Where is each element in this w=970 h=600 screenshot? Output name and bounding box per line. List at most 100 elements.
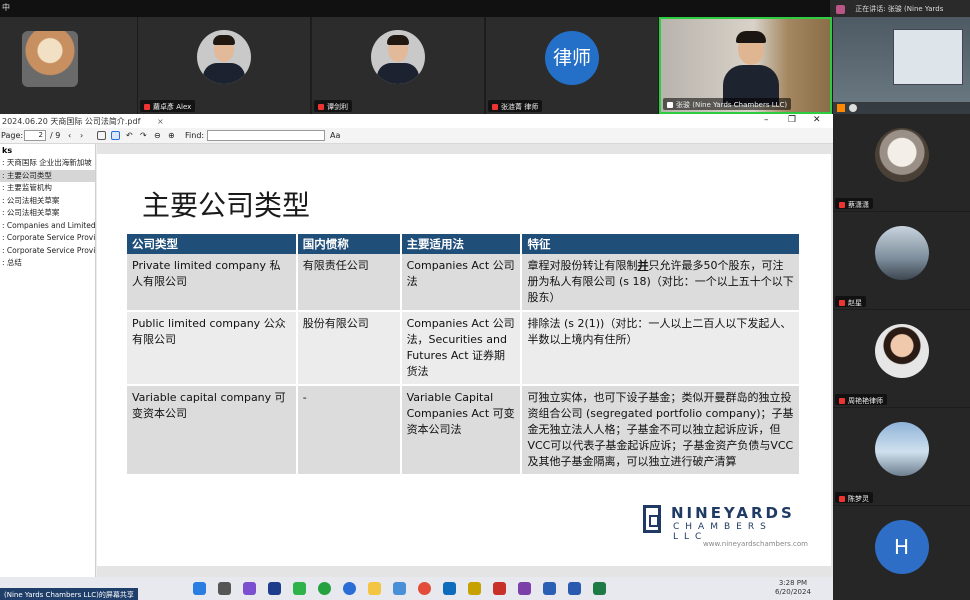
logo-mark-icon [643, 505, 661, 533]
rotate-left-icon[interactable]: ↶ [126, 131, 133, 140]
participant-tile-1[interactable]: 蔡潇潇 [833, 114, 970, 211]
participant-tile-4[interactable]: 陈梦灵 [833, 408, 970, 505]
video-tile-active-speaker[interactable]: 张骏 (Nine Yards Chambers LLC) [659, 17, 832, 114]
video-tile-2[interactable]: 蘿卓彥 Alex [138, 17, 310, 114]
common-name-cell: - [296, 385, 402, 476]
pdf-viewer-window: 2024.06.20 天商国际 公司法简介.pdf × – ❐ ✕ Page: … [0, 114, 833, 577]
zoom-out-icon[interactable]: ⊖ [154, 131, 161, 140]
find-input[interactable] [207, 130, 325, 141]
bookmark-item[interactable]: : 公司法相关草案 [0, 207, 95, 220]
bookmark-item[interactable]: : Corporate Service Provide [0, 245, 95, 258]
mic-muted-icon [492, 104, 498, 110]
participant-avatar [371, 30, 425, 84]
type-cell: Variable capital company 可变资本公司 [127, 385, 298, 476]
bookmark-item[interactable]: : 公司法相关草案 [0, 195, 95, 208]
company-types-table: 公司类型 国内惯称 主要适用法 特征 Private limited compa… [127, 234, 801, 476]
common-name-cell: 有限责任公司 [296, 254, 402, 312]
bookmark-item-selected[interactable]: : 主要公司类型 [0, 169, 95, 182]
participant-name-label: 陈梦灵 [835, 492, 873, 503]
zoom-in-icon[interactable]: ⊕ [168, 131, 175, 140]
start-icon[interactable] [193, 582, 206, 595]
prev-page-icon[interactable]: ‹ [68, 131, 71, 140]
participant-tile-2[interactable]: 赵星 [833, 212, 970, 309]
pdf-toolbar: Page: 2 / 9 ‹ › ↶ ↷ ⊖ ⊕ Find: Aa [0, 128, 833, 144]
page-number-input[interactable]: 2 [24, 130, 46, 141]
system-clock[interactable]: 3:28 PM 6/20/2024 [775, 579, 811, 597]
minimize-icon[interactable]: – [764, 115, 769, 125]
mic-muted-icon [839, 398, 845, 404]
app-icon[interactable] [468, 582, 481, 595]
preview-screen [893, 29, 963, 85]
mic-muted-icon [839, 496, 845, 502]
shared-screen-preview[interactable] [833, 17, 970, 114]
bookmarks-title: ks [2, 146, 13, 155]
continuous-page-icon[interactable] [111, 131, 120, 140]
widgets-icon[interactable] [243, 582, 256, 595]
file-explorer-icon[interactable] [368, 582, 381, 595]
header-cell: 国内惯称 [296, 234, 402, 254]
type-cell: Public limited company 公众有限公司 [127, 311, 298, 386]
photo-avatar [874, 324, 929, 378]
bookmark-item[interactable]: : Companies and Limited L [0, 220, 95, 233]
pdf-page-area[interactable]: 主要公司类型 公司类型 国内惯称 主要适用法 特征 Private limite… [97, 144, 833, 577]
feature-cell: 排除法 (s 2(1))（对比：一人以上二百人以下发起人、半数以上境内有住所） [521, 311, 801, 386]
share-icon[interactable] [837, 104, 845, 112]
whatsapp-icon[interactable] [318, 582, 331, 595]
slide-title: 主要公司类型 [142, 189, 311, 222]
app-icon[interactable] [568, 582, 581, 595]
onenote-icon[interactable] [518, 582, 531, 595]
find-label: Find: [185, 131, 205, 140]
document-tab[interactable]: 2024.06.20 天商国际 公司法简介.pdf [2, 117, 140, 126]
app-icon[interactable] [268, 582, 281, 595]
preview-controls [833, 102, 970, 114]
participant-avatar [197, 30, 251, 84]
participant-name-label: 赵星 [835, 296, 866, 307]
wechat-icon[interactable] [293, 582, 306, 595]
video-tile-1[interactable] [0, 17, 137, 114]
maximize-icon[interactable]: ❐ [788, 115, 796, 125]
text-avatar: H [874, 520, 929, 574]
emphasis-text: 并 [637, 259, 649, 272]
match-case-icon[interactable]: Aa [330, 131, 340, 140]
pdf-reader-icon[interactable] [493, 582, 506, 595]
bookmarks-panel: ks : 天商国际 企业出海新加坡 : 主要公司类型 : 主要监管机构 : 公司… [0, 144, 96, 577]
pdf-title-bar: 2024.06.20 天商国际 公司法简介.pdf × – ❐ ✕ [0, 114, 833, 128]
participant-name-label: 周艳艳律师 [835, 394, 887, 405]
chrome-icon[interactable] [418, 582, 431, 595]
law-cell: Companies Act 公司法 [400, 254, 523, 312]
table-row: Variable capital company 可变资本公司 - Variab… [127, 385, 801, 476]
word-icon[interactable] [543, 582, 556, 595]
type-cell: Private limited company 私人有限公司 [127, 254, 298, 312]
single-page-icon[interactable] [97, 131, 106, 140]
participant-tile-3[interactable]: 周艳艳律师 [833, 310, 970, 407]
close-tab-icon[interactable]: × [157, 117, 164, 126]
outlook-icon[interactable] [443, 582, 456, 595]
video-tile-4[interactable]: 律师 张涟菁 律师 [486, 17, 658, 114]
next-page-icon[interactable]: › [80, 131, 83, 140]
close-window-icon[interactable]: ✕ [813, 115, 821, 125]
excel-icon[interactable] [593, 582, 606, 595]
zoom-icon[interactable] [343, 582, 356, 595]
participant-name-label: 蔡潇潇 [835, 198, 873, 209]
bookmark-item[interactable]: : 天商国际 企业出海新加坡 [0, 157, 95, 170]
header-cell: 主要适用法 [400, 234, 523, 254]
page-total: / 9 [50, 131, 61, 140]
law-cell: Companies Act 公司法，Securities and Futures… [400, 311, 523, 386]
edge-icon[interactable] [393, 582, 406, 595]
photo-avatar [874, 422, 929, 476]
video-tile-3[interactable]: 谭剑利 [312, 17, 484, 114]
screen-share-banner: (Nine Yards Chambers LLC)的屏幕共享 [0, 588, 138, 600]
mic-icon[interactable] [849, 104, 857, 112]
mic-muted-icon [839, 300, 845, 306]
bookmark-item[interactable]: : Corporate Service Provide [0, 232, 95, 245]
speaker-avatar [836, 4, 845, 14]
bookmark-item[interactable]: : 总结 [0, 257, 95, 270]
task-view-icon[interactable] [218, 582, 231, 595]
table-header-row: 公司类型 国内惯称 主要适用法 特征 [127, 234, 801, 254]
rotate-right-icon[interactable]: ↷ [140, 131, 147, 140]
bookmark-item[interactable]: : 主要监管机构 [0, 182, 95, 195]
speaking-name: 张骏 (Nine Yards [887, 5, 944, 13]
participant-name-label: 张涟菁 律师 [488, 100, 543, 112]
feature-cell: 可独立实体，也可下设子基金；类似开曼群岛的独立投资组合公司 (segregate… [521, 385, 801, 476]
mic-muted-icon [144, 104, 150, 110]
